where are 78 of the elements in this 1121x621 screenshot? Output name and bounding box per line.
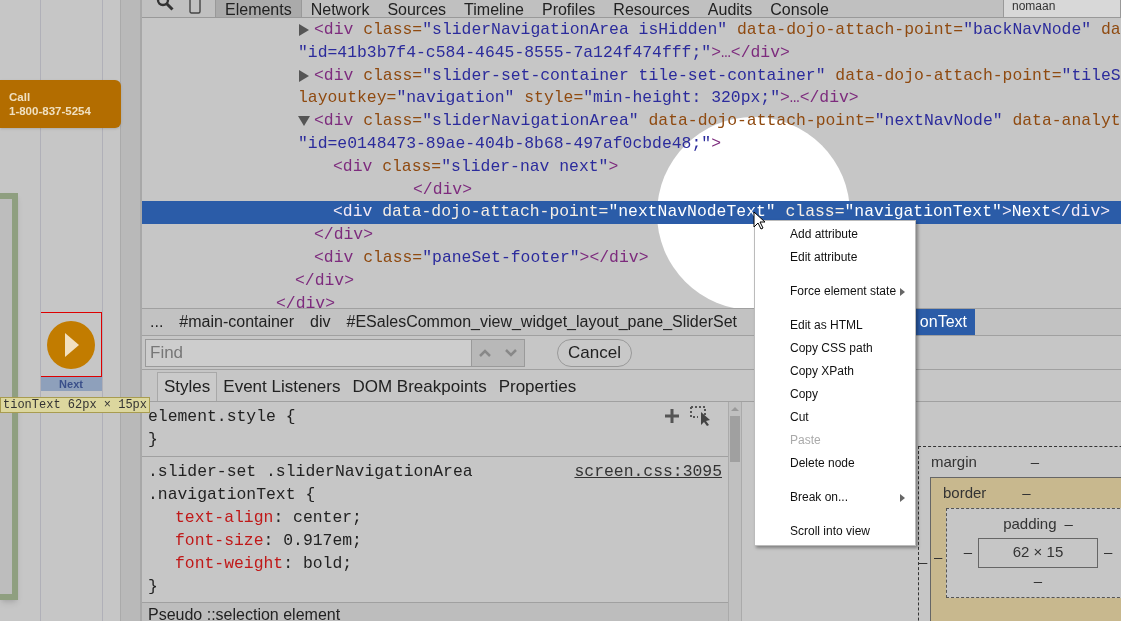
source-link[interactable]: screen.css:3095 — [574, 460, 722, 483]
css-selector: .slider-set .sliderNavigationArea — [148, 461, 473, 483]
box-value: – — [933, 547, 944, 567]
next-button[interactable] — [40, 312, 102, 377]
menu-item[interactable]: Copy XPath — [755, 360, 915, 383]
size-tooltip: tionText 62px × 15px — [0, 397, 151, 413]
collapsed-triangle-icon[interactable] — [298, 69, 310, 82]
box-label: padding — [1003, 514, 1057, 534]
box-value: – — [1064, 514, 1073, 534]
menu-item[interactable]: Edit attribute — [755, 246, 915, 269]
css-rule-line: } — [148, 576, 158, 598]
code-line[interactable]: <div data-dojo-attach-point="nextNavNodeText" class="navigationText">Next</div> — [333, 202, 1111, 222]
panel-tab[interactable]: Resources — [604, 0, 699, 17]
menu-item[interactable]: Copy — [755, 383, 915, 406]
code-line[interactable]: </div> — [413, 179, 473, 199]
code-line[interactable]: <div class="slider-set-container tile-set-container" data-dojo-attach-point="tileS — [314, 65, 1121, 85]
menu-item[interactable]: Scroll into view — [755, 520, 915, 543]
code-line[interactable]: </div> — [314, 225, 374, 245]
breadcrumb[interactable]: div — [302, 309, 339, 335]
menu-item[interactable]: Add attribute — [755, 223, 915, 246]
menu-item[interactable]: Copy CSS path — [755, 337, 915, 360]
add-icon[interactable] — [664, 408, 680, 424]
box-value: – — [1022, 482, 1031, 503]
breadcrumb[interactable]: ... — [142, 309, 172, 335]
box-label: margin — [931, 452, 977, 472]
search-field[interactable]: nomaan — [1003, 0, 1121, 17]
sidebar-tab[interactable]: Properties — [492, 372, 583, 401]
css-property[interactable]: font-weight: bold; — [148, 552, 353, 575]
cancel-button[interactable]: Cancel — [557, 338, 632, 367]
panel-tab[interactable]: Audits — [698, 0, 762, 17]
selected-row[interactable]: <div data-dojo-attach-point="nextNavNodeText" class="navigationText">Next</div> — [142, 201, 1121, 225]
box-value: – — [1030, 452, 1040, 472]
panel-tab[interactable]: Elements — [215, 0, 302, 17]
sidebar-tab[interactable]: Styles — [157, 372, 218, 401]
code-line[interactable]: </div> — [295, 270, 355, 290]
panel-tab[interactable]: Timeline — [455, 0, 533, 17]
panel-tab[interactable]: Network — [301, 0, 379, 17]
pseudo-section-header: Pseudo ::selection element — [142, 603, 728, 621]
css-selector: .navigationText { — [148, 484, 316, 506]
expanded-triangle-icon[interactable] — [298, 115, 310, 128]
device-icon[interactable] — [189, 0, 201, 15]
code-line[interactable]: </div> — [276, 293, 336, 308]
css-property[interactable]: font-size: 0.917em; — [148, 529, 362, 552]
find-field[interactable]: Find — [145, 338, 471, 367]
menu-item[interactable]: Delete node — [755, 452, 915, 475]
scrollbar[interactable] — [728, 402, 742, 621]
code-line[interactable]: "id=e0148473-89ae-404b-8b68-497af0cbde48;"> — [298, 134, 721, 153]
panel-tab[interactable]: Console — [761, 0, 838, 17]
code-line[interactable]: <div class="sliderNavigationArea isHidden" data-dojo-attach-point="backNavNode" da — [314, 20, 1121, 39]
code-line[interactable]: <div class="paneSet-footer"></div> — [314, 247, 649, 267]
menu-item[interactable]: Cut — [755, 406, 915, 429]
panel-tab[interactable]: Profiles — [532, 0, 605, 17]
box-value: – — [963, 542, 972, 563]
scrollbar-thumb[interactable] — [730, 416, 740, 462]
code-line[interactable]: layoutkey="navigation" style="min-height: 320px;">…</div> — [298, 88, 859, 108]
css-rule-line: } — [148, 429, 158, 451]
play-icon — [46, 319, 96, 370]
breadcrumb[interactable]: #main-container — [171, 309, 303, 335]
css-rule-line: element.style { — [148, 406, 296, 428]
sidebar-tab[interactable]: Event Listeners — [217, 372, 347, 401]
submenu-arrow-icon — [900, 494, 905, 502]
code-line[interactable]: <div class="slider-nav next"> — [333, 156, 619, 176]
collapsed-triangle-icon[interactable] — [298, 24, 310, 36]
menu-item[interactable]: Force element state — [755, 280, 915, 303]
sidebar-tab[interactable]: DOM Breakpoints — [346, 372, 493, 401]
css-property[interactable]: text-align: center; — [148, 506, 362, 529]
box-label: border — [943, 482, 987, 503]
box-value: – — [1104, 542, 1113, 563]
content-box: 62 × 15 — [978, 537, 1098, 568]
code-line[interactable]: "id=41b3b7f4-c584-4645-8555-7a124f474fff;">…</div> — [298, 42, 790, 62]
box-value: – — [1033, 570, 1043, 591]
box-value: – — [919, 551, 929, 572]
breadcrumb[interactable]: #ESalesCommon_view_widget_layout_pane_SliderSet — [338, 309, 745, 335]
panel-tab[interactable]: Sources — [378, 0, 456, 17]
code-line[interactable]: <div class="sliderNavigationArea" data-dojo-attach-point="nextNavNode" data-analyt — [314, 111, 1121, 131]
menu-item[interactable]: Break on... — [755, 486, 915, 509]
next-label: Next — [40, 377, 102, 391]
submenu-arrow-icon — [900, 288, 905, 296]
